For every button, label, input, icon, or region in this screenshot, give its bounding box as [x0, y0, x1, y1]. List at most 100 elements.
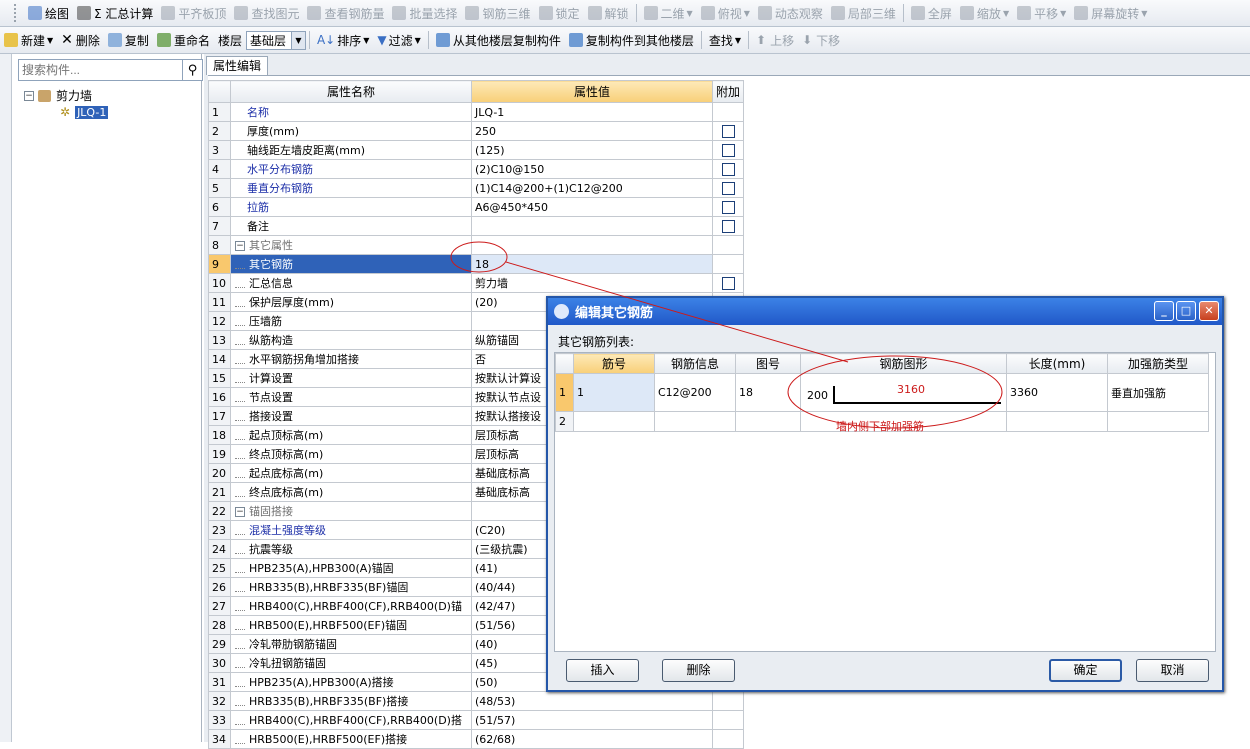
append-checkbox[interactable] [721, 276, 735, 290]
property-name-cell[interactable]: HRB400(C),HRBF400(CF),RRB400(D)搭 [230, 710, 472, 730]
delete-button[interactable]: 删除 [662, 659, 735, 682]
toolbar-item-13[interactable]: 全屏 [907, 2, 956, 24]
property-name-cell[interactable]: 节点设置 [230, 387, 472, 407]
append-checkbox[interactable] [721, 200, 735, 214]
property-name-cell[interactable]: 抗震等级 [230, 539, 472, 559]
toolbar-item-14[interactable]: 缩放 ▼ [956, 2, 1013, 24]
property-name-cell[interactable]: HRB500(E),HRBF500(EF)搭接 [230, 729, 472, 749]
property-name-cell[interactable]: 终点顶标高(m) [230, 444, 472, 464]
append-checkbox[interactable] [721, 124, 735, 138]
property-row[interactable]: 4 水平分布钢筋 (2)C10@150 [208, 159, 744, 179]
property-name-cell[interactable]: 水平分布钢筋 [230, 159, 472, 179]
property-name-cell[interactable]: HRB500(E),HRBF500(EF)锚固 [230, 615, 472, 635]
reinforcement-type-cell[interactable]: 垂直加强筋 [1107, 373, 1209, 412]
append-checkbox[interactable] [721, 162, 735, 176]
table-row[interactable]: 1 1 C12@200 18 200 3160 3360 垂直加强筋 [555, 373, 1209, 412]
rebar-shape-cell[interactable]: 200 3160 [800, 373, 1007, 412]
bar-number-cell[interactable]: 1 [573, 373, 655, 412]
property-name-cell[interactable]: 保护层厚度(mm) [230, 292, 472, 312]
length-header[interactable]: 长度(mm) [1006, 353, 1108, 374]
property-name-cell[interactable]: 其它钢筋 [230, 254, 472, 274]
property-name-cell[interactable]: 起点底标高(m) [230, 463, 472, 483]
toolbar-item-16[interactable]: 屏幕旋转 ▼ [1070, 2, 1151, 24]
append-checkbox[interactable] [721, 143, 735, 157]
extra-cell[interactable] [712, 710, 744, 730]
new-button[interactable]: 新建 ▼ [0, 29, 57, 51]
toolbar-item-6[interactable]: 钢筋三维 [461, 2, 534, 24]
property-value-cell[interactable] [471, 235, 713, 255]
property-name-header[interactable]: 属性名称 [230, 80, 472, 103]
property-value-header[interactable]: 属性值 [471, 80, 713, 103]
property-name-cell[interactable]: 终点底标高(m) [230, 482, 472, 502]
collapse-icon[interactable]: − [235, 241, 245, 251]
property-name-cell[interactable]: 起点顶标高(m) [230, 425, 472, 445]
bar-number-header[interactable]: 筋号 [573, 353, 655, 374]
extra-cell[interactable] [712, 159, 744, 179]
extra-cell[interactable] [712, 197, 744, 217]
property-name-cell[interactable]: 压墙筋 [230, 311, 472, 331]
dialog-title-bar[interactable]: 编辑其它钢筋 _ □ ✕ [548, 298, 1222, 325]
toolbar-item-0[interactable]: 绘图 [24, 2, 73, 24]
toolbar-item-8[interactable]: 解锁 [584, 2, 633, 24]
tab-property-editor[interactable]: 属性编辑 [206, 56, 269, 75]
toolbar-item-1[interactable]: Σ 汇总计算 [73, 2, 157, 24]
length-cell[interactable] [1006, 411, 1108, 432]
property-value-cell[interactable]: (1)C14@200+(1)C12@200 [471, 178, 713, 198]
toolbar-item-11[interactable]: 动态观察 [754, 2, 827, 24]
insert-button[interactable]: 插入 [566, 659, 639, 682]
toolbar-item-2[interactable]: 平齐板顶 [157, 2, 230, 24]
move-down-button[interactable]: ⬇ 下移 [798, 29, 844, 51]
extra-cell[interactable] [712, 178, 744, 198]
rebar-info-header[interactable]: 钢筋信息 [654, 353, 736, 374]
property-row[interactable]: 8− 其它属性 [208, 235, 744, 255]
reinforcement-type-header[interactable]: 加强筋类型 [1107, 353, 1209, 374]
extra-cell[interactable] [712, 273, 744, 293]
shape-number-header[interactable]: 图号 [735, 353, 801, 374]
property-row[interactable]: 34 HRB500(E),HRBF500(EF)搭接 (62/68) [208, 729, 744, 749]
find-button[interactable]: 查找 ▼ [705, 29, 745, 51]
rebar-shape-header[interactable]: 钢筋图形 [800, 353, 1007, 374]
grip-handle[interactable] [14, 4, 18, 22]
property-row[interactable]: 10 汇总信息 剪力墙 [208, 273, 744, 293]
property-name-cell[interactable]: 冷轧扭钢筋锚固 [230, 653, 472, 673]
property-row[interactable]: 5 垂直分布钢筋 (1)C14@200+(1)C12@200 [208, 178, 744, 198]
property-row[interactable]: 7 备注 [208, 216, 744, 236]
rename-button[interactable]: 重命名 [153, 29, 214, 51]
property-name-cell[interactable]: HRB335(B),HRBF335(BF)搭接 [230, 691, 472, 711]
ok-button[interactable]: 确定 [1049, 659, 1122, 682]
extra-cell[interactable] [712, 140, 744, 160]
floor-select[interactable]: 基础层 ▼ [245, 30, 306, 50]
extra-cell[interactable] [712, 254, 744, 274]
property-value-cell[interactable]: (2)C10@150 [471, 159, 713, 179]
extra-cell[interactable] [712, 102, 744, 122]
tree-node-jlq-1[interactable]: ✲ JLQ-1 [60, 105, 109, 119]
property-value-cell[interactable]: (51/57) [471, 710, 713, 730]
property-name-cell[interactable]: 计算设置 [230, 368, 472, 388]
property-value-cell[interactable]: 250 [471, 121, 713, 141]
search-button[interactable]: ⚲ [183, 59, 203, 81]
property-row[interactable]: 33 HRB400(C),HRBF400(CF),RRB400(D)搭 (51/57… [208, 710, 744, 730]
property-value-cell[interactable]: (62/68) [471, 729, 713, 749]
toolbar-item-3[interactable]: 查找图元 [230, 2, 303, 24]
property-row[interactable]: 3 轴线距左墙皮距离(mm) (125) [208, 140, 744, 160]
property-row[interactable]: 32 HRB335(B),HRBF335(BF)搭接 (48/53) [208, 691, 744, 711]
property-row[interactable]: 1 名称 JLQ-1 [208, 102, 744, 122]
property-name-cell[interactable]: HRB335(B),HRBF335(BF)锚固 [230, 577, 472, 597]
rebar-info-cell[interactable] [654, 411, 736, 432]
property-name-cell[interactable]: 垂直分布钢筋 [230, 178, 472, 198]
toolbar-item-12[interactable]: 局部三维 [827, 2, 900, 24]
copy-from-floor-button[interactable]: 从其他楼层复制构件 [432, 29, 565, 51]
copy-button[interactable]: 复制 [104, 29, 153, 51]
append-checkbox[interactable] [721, 181, 735, 195]
property-value-cell[interactable]: JLQ-1 [471, 102, 713, 122]
property-name-cell[interactable]: HRB400(C),HRBF400(CF),RRB400(D)锚 [230, 596, 472, 616]
sort-button[interactable]: A↓ 排序 ▼ [313, 29, 373, 51]
append-checkbox[interactable] [721, 219, 735, 233]
delete-button[interactable]: ✕ 删除 [57, 29, 104, 51]
property-value-cell[interactable]: A6@450*450 [471, 197, 713, 217]
property-value-cell[interactable]: 剪力墙 [471, 273, 713, 293]
table-row[interactable]: 2 [555, 411, 1209, 432]
extra-cell[interactable] [712, 235, 744, 255]
copy-to-floor-button[interactable]: 复制构件到其他楼层 [565, 29, 698, 51]
property-row[interactable]: 9 其它钢筋 18 [208, 254, 744, 274]
